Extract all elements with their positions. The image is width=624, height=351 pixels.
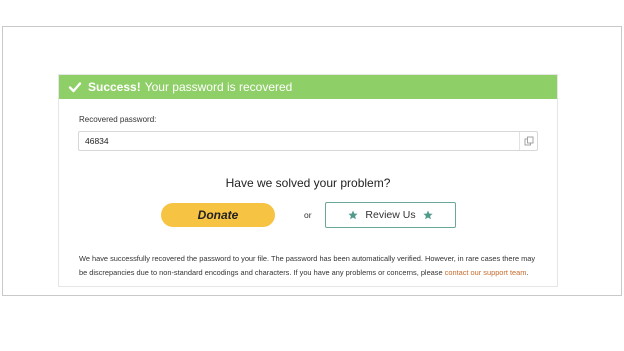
result-card: Success! Your password is recovered Reco…	[58, 74, 558, 287]
copy-button[interactable]	[519, 132, 537, 150]
verification-note: We have successfully recovered the passw…	[79, 252, 544, 280]
donate-label: Donate	[197, 208, 239, 222]
review-us-button[interactable]: Review Us	[325, 202, 456, 228]
or-separator: or	[304, 210, 312, 220]
star-icon	[348, 210, 359, 220]
copy-icon	[524, 136, 533, 146]
success-message: Your password is recovered	[144, 80, 293, 94]
review-us-label: Review Us	[365, 209, 416, 221]
page-frame: Success! Your password is recovered Reco…	[2, 26, 622, 296]
recovered-password-value: 46834	[85, 136, 109, 146]
success-label: Success!	[88, 80, 141, 94]
support-link[interactable]: contact our support team	[445, 268, 527, 277]
check-icon	[68, 82, 82, 93]
star-icon	[422, 210, 433, 220]
donate-button[interactable]: Donate	[161, 203, 275, 227]
success-banner: Success! Your password is recovered	[59, 75, 557, 99]
solved-question: Have we solved your problem?	[225, 176, 391, 190]
recovered-password-label: Recovered password:	[79, 115, 157, 124]
note-end: .	[526, 268, 529, 277]
recovered-password-field[interactable]: 46834	[78, 131, 538, 151]
